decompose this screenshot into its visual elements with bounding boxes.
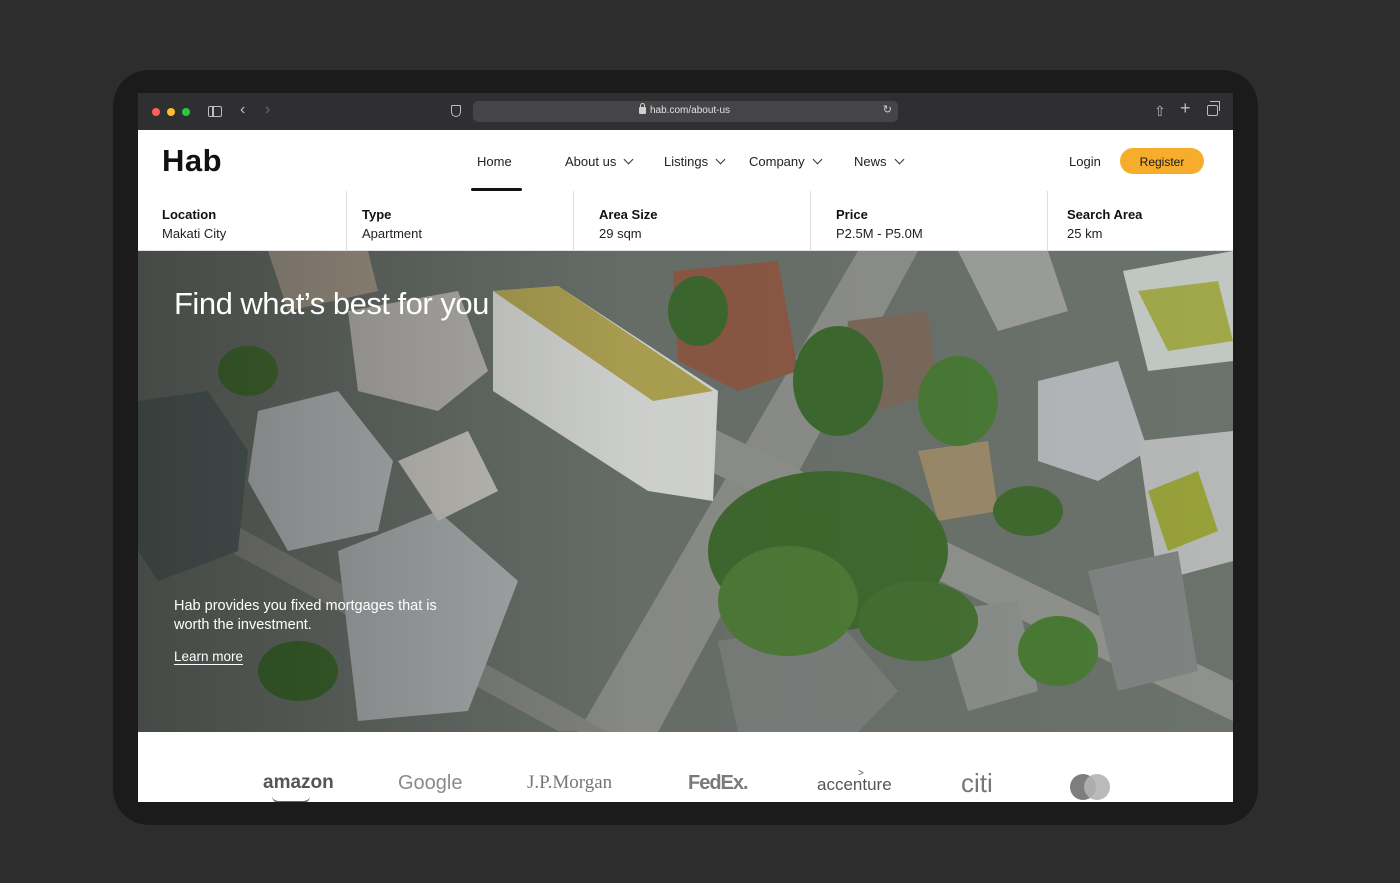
url-text: hab.com/about-us xyxy=(650,105,731,116)
nav-about-us-label: About us xyxy=(565,154,617,169)
google-logo: Google xyxy=(398,772,463,794)
learn-more-link[interactable]: Learn more xyxy=(174,649,243,664)
address-bar[interactable]: hab.com/about-us ↻ xyxy=(473,101,898,122)
chevron-down-icon xyxy=(894,154,904,165)
hero-description: Hab provides you fixed mortgages that is… xyxy=(174,598,437,633)
filter-label: Location xyxy=(162,207,217,222)
nav-home[interactable]: Home xyxy=(477,154,512,169)
mastercard-logo xyxy=(1070,774,1110,800)
filter-value: P2.5M - P5.0M xyxy=(836,226,923,241)
minimize-window-button[interactable] xyxy=(167,108,175,116)
filter-area-size[interactable]: Area Size 29 sqm xyxy=(573,191,810,250)
chevron-down-icon xyxy=(715,154,726,165)
close-window-button[interactable] xyxy=(152,108,160,116)
browser-window: ‹ › hab.com/about-us ↻ ⇧ + Hab Home Abou… xyxy=(138,93,1233,802)
nav-news-label: News xyxy=(854,154,887,169)
filter-price[interactable]: Price P2.5M - P5.0M xyxy=(810,191,1047,250)
filter-value: Apartment xyxy=(362,226,422,241)
filter-location[interactable]: Location Makati City xyxy=(138,191,346,250)
hab-logo[interactable]: Hab xyxy=(162,143,222,179)
hero-title: Find what’s best for you xyxy=(174,286,489,321)
browser-toolbar: ‹ › hab.com/about-us ↻ ⇧ + xyxy=(138,93,1233,130)
nav-company[interactable]: Company xyxy=(749,154,823,169)
filter-label: Search Area xyxy=(1067,207,1143,222)
filter-label: Price xyxy=(836,207,868,222)
share-icon[interactable]: ⇧ xyxy=(1154,102,1166,120)
amazon-logo: amazon xyxy=(263,772,334,793)
filter-label: Area Size xyxy=(599,207,658,222)
filter-value: 29 sqm xyxy=(599,226,642,241)
chevron-down-icon xyxy=(623,154,634,165)
nav-news[interactable]: News xyxy=(854,154,904,169)
nav-about-us[interactable]: About us xyxy=(565,154,634,169)
filter-search-area[interactable]: Search Area 25 km xyxy=(1047,191,1233,250)
fedex-logo: FedEx. xyxy=(688,772,749,794)
filter-type[interactable]: Type Apartment xyxy=(346,191,573,250)
accenture-logo: accenture xyxy=(817,775,892,794)
register-button[interactable]: Register xyxy=(1120,148,1204,174)
partner-logos: amazon Google J.P.Morgan FedEx. > accent… xyxy=(138,732,1233,802)
nav-home-label: Home xyxy=(477,154,512,169)
nav-listings-label: Listings xyxy=(664,154,709,169)
filter-label: Type xyxy=(362,207,392,222)
login-link[interactable]: Login xyxy=(1069,154,1101,169)
tab-overview-icon[interactable] xyxy=(1207,101,1220,116)
reload-icon[interactable]: ↻ xyxy=(883,103,892,116)
new-tab-icon[interactable]: + xyxy=(1180,99,1191,117)
sidebar-icon[interactable] xyxy=(208,106,222,117)
nav-listings[interactable]: Listings xyxy=(664,154,726,169)
nav-company-label: Company xyxy=(749,154,805,169)
lock-icon xyxy=(639,103,646,114)
search-filter-bar: Location Makati City Type Apartment Area… xyxy=(138,191,1233,251)
site-header: Hab Home About us Listings Company News … xyxy=(138,130,1233,192)
privacy-shield-icon[interactable] xyxy=(451,105,461,117)
forward-icon[interactable]: › xyxy=(265,101,270,119)
maximize-window-button[interactable] xyxy=(182,108,190,116)
filter-value: 25 km xyxy=(1067,226,1103,241)
filter-value: Makati City xyxy=(162,226,227,241)
back-icon[interactable]: ‹ xyxy=(240,101,245,119)
amazon-smile-mark xyxy=(272,796,310,802)
jpmorgan-logo: J.P.Morgan xyxy=(527,772,613,793)
hero-section: Find what’s best for you Hab provides yo… xyxy=(138,251,1233,732)
chevron-down-icon xyxy=(812,154,823,165)
citi-logo: citi xyxy=(961,768,993,798)
